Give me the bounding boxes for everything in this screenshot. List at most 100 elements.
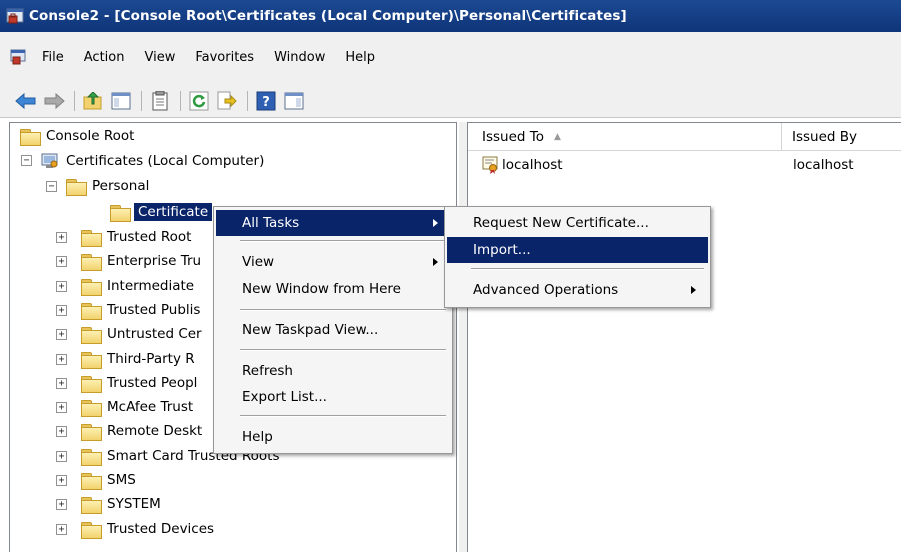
- folder-icon: [81, 496, 102, 514]
- expand-toggle[interactable]: +: [56, 451, 67, 462]
- submenu-arrow-icon: [433, 219, 438, 227]
- table-row[interactable]: localhost: [482, 155, 563, 175]
- tree-node-certificates[interactable]: Certificate: [110, 200, 213, 224]
- expand-toggle[interactable]: +: [56, 378, 67, 389]
- certificate-snapin-icon: [40, 152, 60, 170]
- menu-item-label: Request New Certificate...: [473, 215, 649, 231]
- collapse-toggle[interactable]: −: [21, 155, 32, 166]
- menu-item-help[interactable]: Help: [216, 424, 450, 450]
- toolbar-separator: [180, 90, 181, 111]
- column-header-issued-by[interactable]: Issued By: [782, 123, 901, 151]
- back-arrow-icon[interactable]: [14, 90, 38, 112]
- folder-icon: [81, 375, 102, 393]
- tree-node[interactable]: SMS: [81, 468, 136, 492]
- tree-node-personal[interactable]: Personal: [66, 174, 149, 198]
- menu-view[interactable]: View: [134, 50, 185, 65]
- forward-arrow-icon[interactable]: [42, 90, 66, 112]
- tree-node[interactable]: Third-Party R: [81, 347, 195, 371]
- menu-bar: File Action View Favorites Window Help: [0, 32, 901, 84]
- expand-toggle[interactable]: +: [56, 256, 67, 267]
- toolbar: ?: [0, 84, 901, 118]
- console-menu-icon[interactable]: [10, 49, 26, 65]
- tree-node-label: Trusted Publis: [107, 302, 201, 318]
- menu-item-new-window[interactable]: New Window from Here: [216, 276, 450, 302]
- show-hide-tree-icon[interactable]: [109, 90, 133, 112]
- tree-node[interactable]: Trusted Peopl: [81, 371, 197, 395]
- column-header-issued-to[interactable]: Issued To ▲: [468, 123, 782, 151]
- menu-window[interactable]: Window: [264, 50, 335, 65]
- menu-item-label: Refresh: [242, 363, 293, 379]
- tree-node-label: Intermediate: [107, 278, 195, 294]
- export-list-icon[interactable]: [215, 90, 239, 112]
- expand-toggle[interactable]: +: [56, 281, 67, 292]
- expand-toggle[interactable]: +: [56, 499, 67, 510]
- tree-node[interactable]: Enterprise Tru: [81, 249, 201, 273]
- tree-node-label: Trusted Root: [107, 229, 192, 245]
- tree-node-label: Personal: [92, 178, 150, 194]
- menu-item-label: Help: [242, 429, 273, 445]
- tree-node[interactable]: SYSTEM: [81, 492, 161, 516]
- folder-icon: [81, 423, 102, 441]
- folder-icon: [110, 204, 131, 222]
- folder-icon: [66, 178, 87, 196]
- folder-icon: [81, 302, 102, 320]
- menu-item-refresh[interactable]: Refresh: [216, 358, 450, 384]
- expand-toggle[interactable]: +: [56, 524, 67, 535]
- tree-node[interactable]: Trusted Publis: [81, 298, 200, 322]
- tree-node-console-root[interactable]: Console Root: [20, 124, 134, 148]
- show-hide-action-pane-icon[interactable]: [282, 90, 306, 112]
- menu-separator: [240, 415, 446, 417]
- title-bar[interactable]: Console2 - [Console Root\Certificates (L…: [0, 0, 901, 32]
- mmc-console-icon: [6, 7, 24, 25]
- tree-node[interactable]: Remote Deskt: [81, 419, 202, 443]
- menu-favorites[interactable]: Favorites: [185, 50, 264, 65]
- tree-node-label: Third-Party R: [107, 351, 195, 367]
- tree-node-certificates-local[interactable]: Certificates (Local Computer): [40, 149, 264, 173]
- results-pane[interactable]: Issued To ▲ Issued By localhost localhos…: [467, 122, 901, 552]
- menu-item-all-tasks[interactable]: All Tasks: [216, 210, 450, 236]
- menu-action[interactable]: Action: [74, 50, 135, 65]
- certificate-icon: [482, 156, 500, 174]
- menu-item-advanced-operations[interactable]: Advanced Operations: [447, 277, 708, 303]
- expand-toggle[interactable]: +: [56, 354, 67, 365]
- menu-item-export-list[interactable]: Export List...: [216, 384, 450, 410]
- pane-splitter[interactable]: [459, 122, 467, 552]
- menu-help[interactable]: Help: [335, 50, 385, 65]
- folder-icon: [81, 521, 102, 539]
- expand-toggle[interactable]: +: [56, 475, 67, 486]
- toolbar-separator: [141, 90, 142, 111]
- tree-node[interactable]: Untrusted Cer: [81, 322, 202, 346]
- help-icon[interactable]: ?: [254, 90, 278, 112]
- tree-node[interactable]: Trusted Root: [81, 225, 191, 249]
- expand-toggle[interactable]: +: [56, 329, 67, 340]
- menu-item-label: All Tasks: [242, 215, 300, 231]
- expand-toggle[interactable]: +: [56, 402, 67, 413]
- expand-toggle[interactable]: +: [56, 232, 67, 243]
- folder-icon: [81, 278, 102, 296]
- expand-toggle[interactable]: +: [56, 305, 67, 316]
- menu-item-label: Advanced Operations: [473, 282, 619, 298]
- expand-toggle[interactable]: +: [56, 426, 67, 437]
- collapse-toggle[interactable]: −: [46, 181, 57, 192]
- refresh-icon[interactable]: [187, 90, 211, 112]
- toolbar-separator: [74, 90, 75, 111]
- tree-node[interactable]: Intermediate: [81, 274, 194, 298]
- sort-ascending-icon: ▲: [553, 131, 561, 142]
- menu-item-new-taskpad[interactable]: New Taskpad View...: [216, 317, 450, 343]
- tree-node-label: Trusted Peopl: [107, 375, 198, 391]
- properties-icon[interactable]: [148, 90, 172, 112]
- up-folder-icon[interactable]: [81, 90, 105, 112]
- tree-node[interactable]: Trusted Devices: [81, 517, 214, 541]
- tree-node-label-selected: Certificate: [134, 203, 213, 221]
- menu-item-view[interactable]: View: [216, 249, 450, 275]
- tree-node[interactable]: McAfee Trust: [81, 395, 193, 419]
- column-header-label: Issued To: [482, 128, 544, 145]
- tree-node-label: Enterprise Tru: [107, 253, 202, 269]
- menu-item-request-new-certificate[interactable]: Request New Certificate...: [447, 210, 708, 236]
- folder-icon: [81, 472, 102, 490]
- menu-file[interactable]: File: [32, 50, 74, 65]
- folder-icon: [20, 128, 41, 146]
- menu-item-import[interactable]: Import...: [447, 237, 708, 263]
- tree-node-label: Trusted Devices: [107, 521, 215, 537]
- menu-separator: [240, 309, 446, 311]
